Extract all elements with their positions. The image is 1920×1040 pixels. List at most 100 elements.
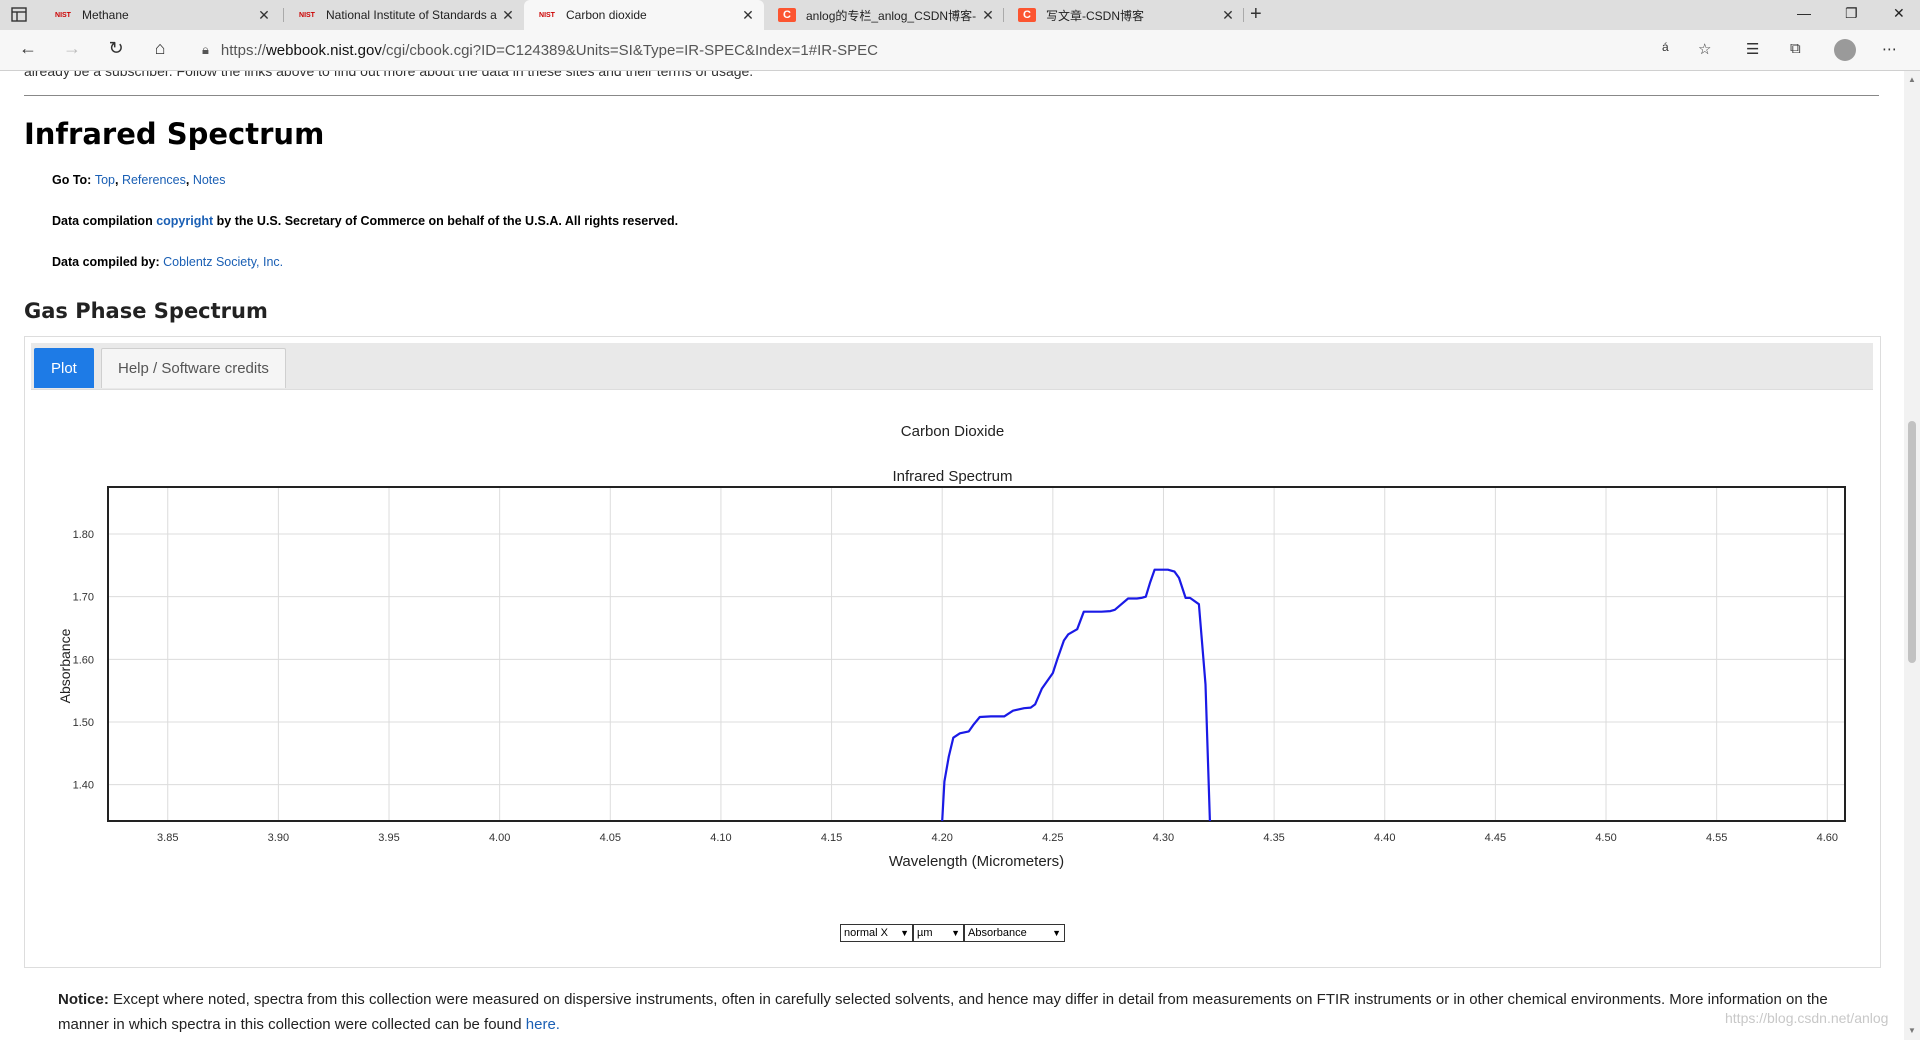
x-tick-label: 3.90 <box>268 832 289 844</box>
tab-title: National Institute of Standards a <box>326 8 497 22</box>
close-tab-icon[interactable]: ✕ <box>498 7 518 24</box>
address-bar[interactable]: 🔒︎ https://webbook.nist.gov/cgi/cbook.cg… <box>190 36 1690 64</box>
close-tab-icon[interactable]: ✕ <box>978 7 998 24</box>
x-tick-label: 4.00 <box>489 832 510 844</box>
window-close-icon[interactable]: ✕ <box>1893 5 1905 22</box>
more-menu-icon[interactable]: ⋯ <box>1882 40 1897 58</box>
dropdown-caret-icon: ▼ <box>951 928 960 938</box>
csdn-favicon-icon: C <box>1018 8 1036 22</box>
notice-paragraph: Notice: Except where noted, spectra from… <box>58 987 1838 1037</box>
x-tick-label: 4.50 <box>1595 832 1616 844</box>
profile-avatar[interactable] <box>1834 39 1856 61</box>
close-tab-icon[interactable]: ✕ <box>254 7 274 24</box>
x-tick-label: 4.55 <box>1706 832 1727 844</box>
tab-title: 写文章-CSDN博客 <box>1046 8 1144 23</box>
compiled-label: Data compiled by: <box>52 255 160 269</box>
x-tick-label: 4.05 <box>600 832 621 844</box>
url-prefix: https:// <box>220 41 266 59</box>
goto-line: Go To: Top, References, Notes <box>52 173 226 187</box>
favorite-star-icon[interactable]: ☆ <box>1698 40 1711 58</box>
page-heading: Infrared Spectrum <box>24 117 325 151</box>
x-tick-label: 4.30 <box>1153 832 1174 844</box>
coblentz-link[interactable]: Coblentz Society, Inc. <box>163 255 283 269</box>
collections-icon[interactable]: ⧉ <box>1790 40 1801 57</box>
y-tick-label: 1.80 <box>73 529 94 541</box>
x-tick-label: 4.25 <box>1042 832 1063 844</box>
home-icon[interactable]: ⌂ <box>148 38 172 59</box>
goto-label: Go To: <box>52 173 92 187</box>
x-tick-label: 4.10 <box>710 832 731 844</box>
goto-link-references[interactable]: References <box>122 173 186 187</box>
dropdown-caret-icon: ▼ <box>1052 928 1061 938</box>
refresh-icon[interactable]: ↻ <box>104 38 128 59</box>
favorites-list-icon[interactable]: ☰ <box>1746 40 1759 58</box>
x-tick-label: 3.85 <box>157 832 178 844</box>
lock-icon[interactable]: 🔒︎ <box>202 42 209 58</box>
read-aloud-icon[interactable]: á <box>1662 40 1669 54</box>
y-tick-label: 1.50 <box>73 717 94 729</box>
tab-title: Methane <box>82 8 129 22</box>
copyright-link[interactable]: copyright <box>156 214 213 228</box>
tab-plot[interactable]: Plot <box>34 348 94 388</box>
vertical-scrollbar[interactable]: ▲ ▼ <box>1904 71 1920 1040</box>
spectrum-line <box>941 568 1211 822</box>
y-mode-select[interactable]: Absorbance ▼ <box>964 924 1065 942</box>
unit-value: µm <box>917 927 933 939</box>
watermark: https://blog.csdn.net/anlog <box>1725 1010 1889 1026</box>
clipped-paragraph: already be a subscriber. Follow the link… <box>24 71 754 79</box>
tab-csdn-column[interactable]: C anlog的专栏_anlog_CSDN博客- ✕ <box>764 0 1004 30</box>
page-content: already be a subscriber. Follow the link… <box>0 71 1904 1040</box>
plot-controls: normal X ▼ µm ▼ Absorbance ▼ <box>840 924 1065 942</box>
csdn-favicon-icon: C <box>778 8 796 22</box>
dropdown-caret-icon: ▼ <box>900 928 909 938</box>
nist-favicon-icon: NIST <box>299 11 315 19</box>
x-tick-label: 4.35 <box>1263 832 1284 844</box>
goto-link-notes[interactable]: Notes <box>193 173 226 187</box>
close-tab-icon[interactable]: ✕ <box>1218 7 1238 24</box>
spectrum-chart[interactable]: 3.85 3.90 3.95 4.00 4.05 4.10 4.15 4.20 4.25 4.30… <box>25 397 1880 917</box>
back-icon[interactable]: ← <box>16 38 40 59</box>
plot-frame <box>107 486 1846 822</box>
goto-link-top[interactable]: Top <box>95 173 115 187</box>
section-heading: Gas Phase Spectrum <box>24 299 268 323</box>
tab-bar: NIST Methane ✕ NIST National Institute o… <box>0 0 1920 30</box>
x-tick-label: 4.15 <box>821 832 842 844</box>
tab-csdn-write[interactable]: C 写文章-CSDN博客 ✕ <box>1004 0 1244 30</box>
minimize-icon[interactable]: — <box>1797 5 1811 21</box>
nist-favicon-icon: NIST <box>55 11 71 19</box>
spectrum-panel: Plot Help / Software credits Carbon Diox… <box>24 336 1881 968</box>
nist-favicon-icon: NIST <box>539 11 555 19</box>
unit-select[interactable]: µm ▼ <box>913 924 964 942</box>
restore-icon[interactable]: ❐ <box>1845 5 1858 22</box>
copyright-line: Data compilation copyright by the U.S. S… <box>52 214 678 228</box>
x-tick-label: 3.95 <box>378 832 399 844</box>
copyright-pre: Data compilation <box>52 214 153 228</box>
y-mode-value: Absorbance <box>968 927 1027 939</box>
x-tick-label: 4.45 <box>1485 832 1506 844</box>
y-tick-label: 1.40 <box>73 780 94 792</box>
copyright-post: by the U.S. Secretary of Commerce on beh… <box>216 214 679 228</box>
y-tick-label: 1.70 <box>73 592 94 604</box>
url-path: /cgi/cbook.cgi?ID=C124389&Units=SI&Type=… <box>381 41 878 59</box>
navigation-bar: ← → ↻ ⌂ 🔒︎ https://webbook.nist.gov/cgi/… <box>0 30 1920 71</box>
x-tick-label: 4.40 <box>1374 832 1395 844</box>
close-tab-icon[interactable]: ✕ <box>738 7 758 24</box>
divider <box>24 95 1879 96</box>
scroll-up-icon[interactable]: ▲ <box>1908 75 1916 84</box>
tab-carbon-dioxide[interactable]: NIST Carbon dioxide ✕ <box>524 0 764 30</box>
compiled-by-line: Data compiled by: Coblentz Society, Inc. <box>52 255 283 269</box>
tab-help-software-credits[interactable]: Help / Software credits <box>101 348 286 388</box>
x-mode-select[interactable]: normal X ▼ <box>840 924 913 942</box>
scroll-down-icon[interactable]: ▼ <box>1908 1026 1916 1035</box>
y-tick-label: 1.60 <box>73 654 94 666</box>
tab-nist[interactable]: NIST National Institute of Standards a ✕ <box>284 0 524 30</box>
scrollbar-thumb[interactable] <box>1908 421 1916 663</box>
forward-icon[interactable]: → <box>60 38 84 59</box>
new-tab-icon[interactable]: + <box>1250 3 1262 26</box>
tab-actions-icon[interactable] <box>10 6 30 24</box>
notice-label: Notice: <box>58 991 109 1008</box>
tab-methane[interactable]: NIST Methane ✕ <box>40 0 280 30</box>
x-axis-label: Wavelength (Micrometers) <box>889 853 1064 870</box>
tab-divider <box>1243 8 1244 22</box>
notice-here-link[interactable]: here. <box>526 1016 560 1033</box>
